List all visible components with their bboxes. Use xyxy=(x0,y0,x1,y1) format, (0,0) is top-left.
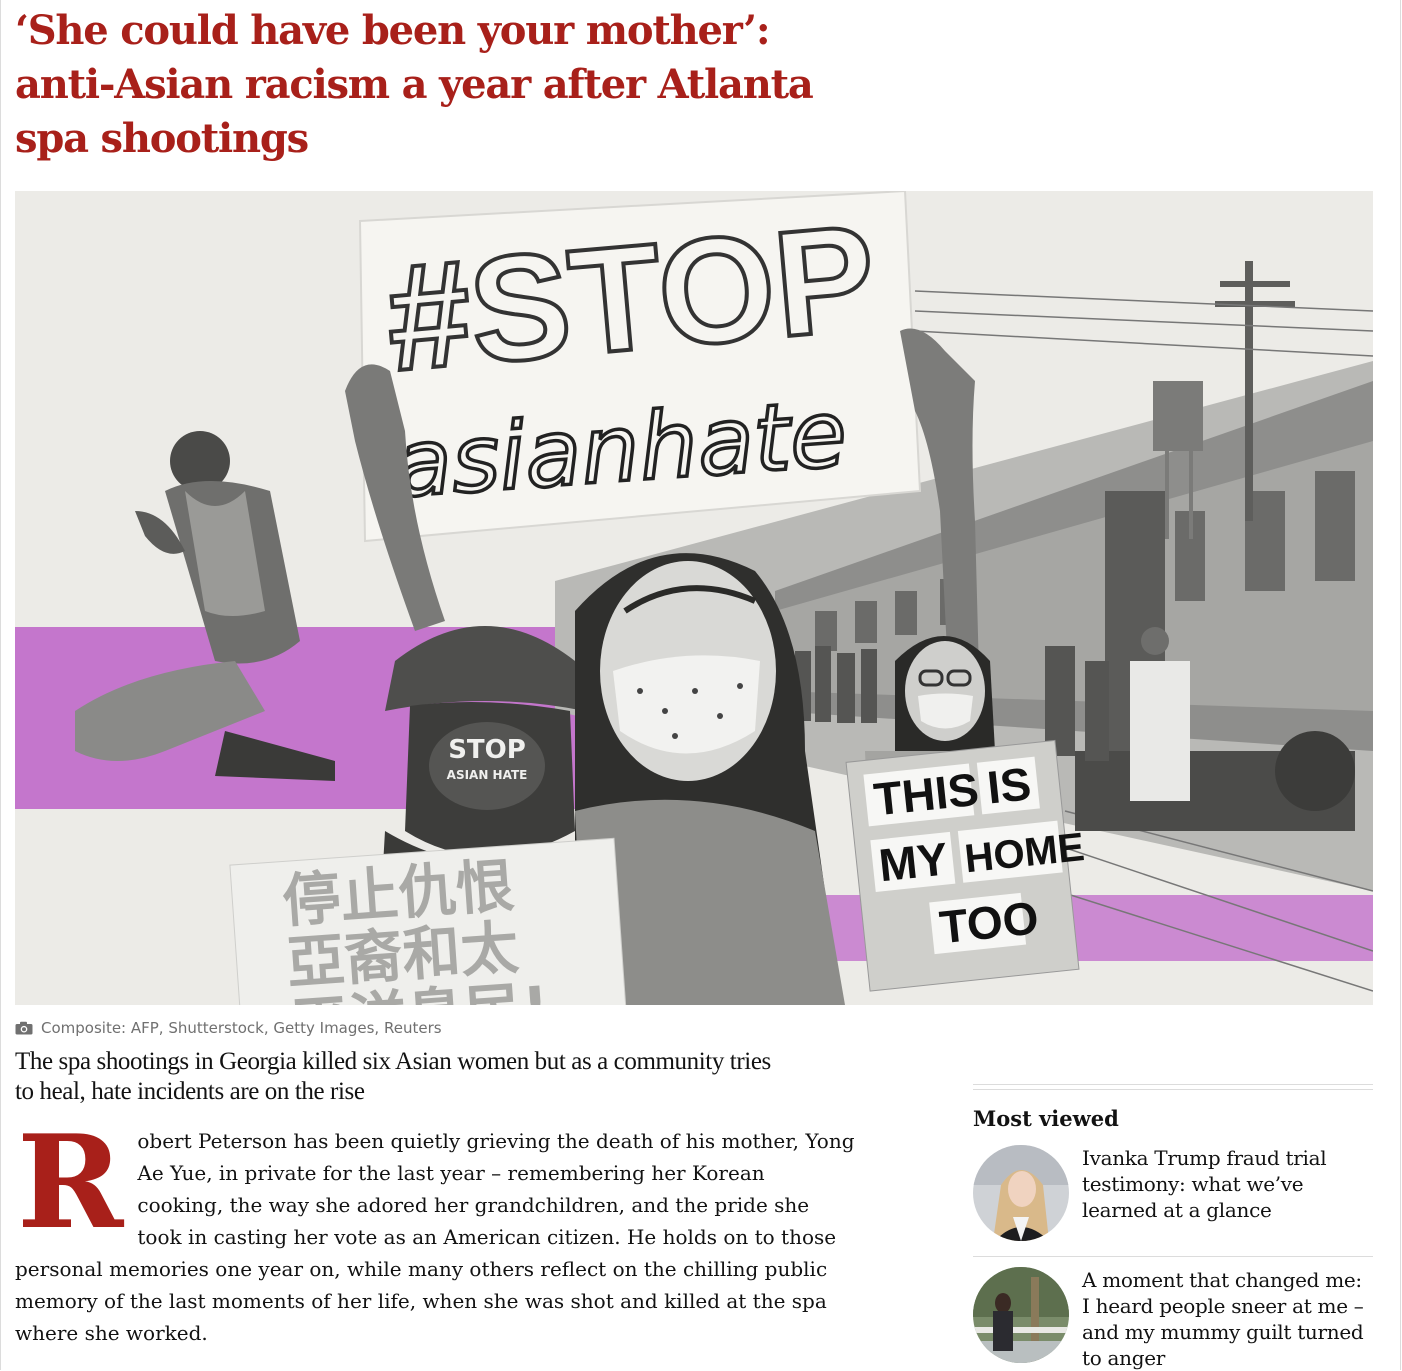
standfirst: The spa shootings in Georgia killed six … xyxy=(15,1048,771,1105)
most-viewed-separator xyxy=(973,1256,1373,1257)
camera-icon xyxy=(15,1021,33,1035)
most-viewed: Most viewed Ivanka Trump fraud trial tes… xyxy=(973,1084,1373,1370)
most-viewed-thumbnail[interactable] xyxy=(973,1267,1069,1363)
most-viewed-thumbnail[interactable] xyxy=(973,1145,1069,1241)
sign-word-this: THIS xyxy=(871,763,981,826)
most-viewed-item[interactable]: A moment that changed me: I heard people… xyxy=(973,1267,1373,1371)
sign-chinese: 停止仇恨 亞裔和太 平洋島民! xyxy=(229,837,628,1005)
most-viewed-rule-top xyxy=(973,1084,1373,1085)
image-caption: Composite: AFP, Shutterstock, Getty Imag… xyxy=(15,1017,442,1039)
mask-line1: STOP xyxy=(448,735,526,765)
page-border-left xyxy=(0,0,1,1370)
sign-word-too: TOO xyxy=(937,891,1041,953)
drop-cap: R xyxy=(17,1108,124,1258)
most-viewed-rule-second xyxy=(973,1089,1373,1090)
sign-word-my: MY xyxy=(876,832,950,891)
page-border-right xyxy=(1400,0,1401,1370)
first-paragraph: obert Peterson has been quietly grieving… xyxy=(15,1129,855,1345)
most-viewed-title: Most viewed xyxy=(973,1106,1119,1131)
mask-line2: ASIAN HATE xyxy=(447,768,528,782)
article-headline: ‘She could have been your mother’: anti-… xyxy=(15,7,814,162)
sign-stop-asian-hate: #STOP asianhate xyxy=(358,191,922,543)
hero-image[interactable]: #STOP asianhate STOP ASIAN HATE THIS IS … xyxy=(15,191,1373,1005)
most-viewed-item[interactable]: Ivanka Trump fraud trial testimony: what… xyxy=(973,1145,1373,1241)
article-body: Robert Peterson has been quietly grievin… xyxy=(15,1108,855,1349)
most-viewed-item-title[interactable]: Ivanka Trump fraud trial testimony: what… xyxy=(1082,1145,1373,1241)
sign-word-is: IS xyxy=(985,757,1034,813)
caption-text: Composite: AFP, Shutterstock, Getty Imag… xyxy=(41,1019,442,1037)
most-viewed-item-title[interactable]: A moment that changed me: I heard people… xyxy=(1082,1267,1373,1371)
